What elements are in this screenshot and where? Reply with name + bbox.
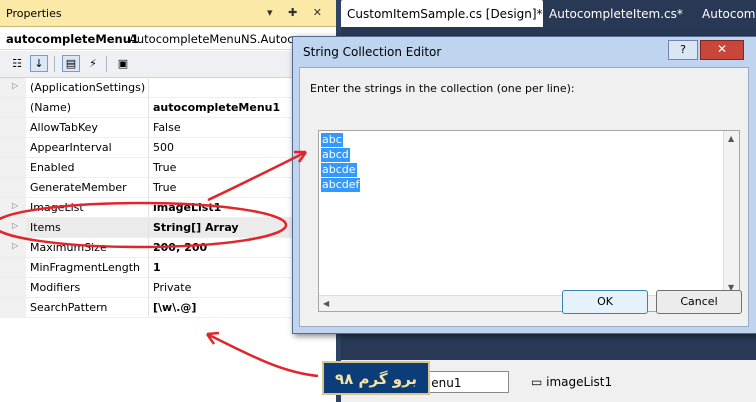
annotation-arrow-to-dialog [207, 150, 307, 202]
annotation-arrow-to-grid [206, 332, 319, 378]
annotation-overlay [0, 150, 319, 378]
annotation-ellipse [0, 201, 288, 249]
